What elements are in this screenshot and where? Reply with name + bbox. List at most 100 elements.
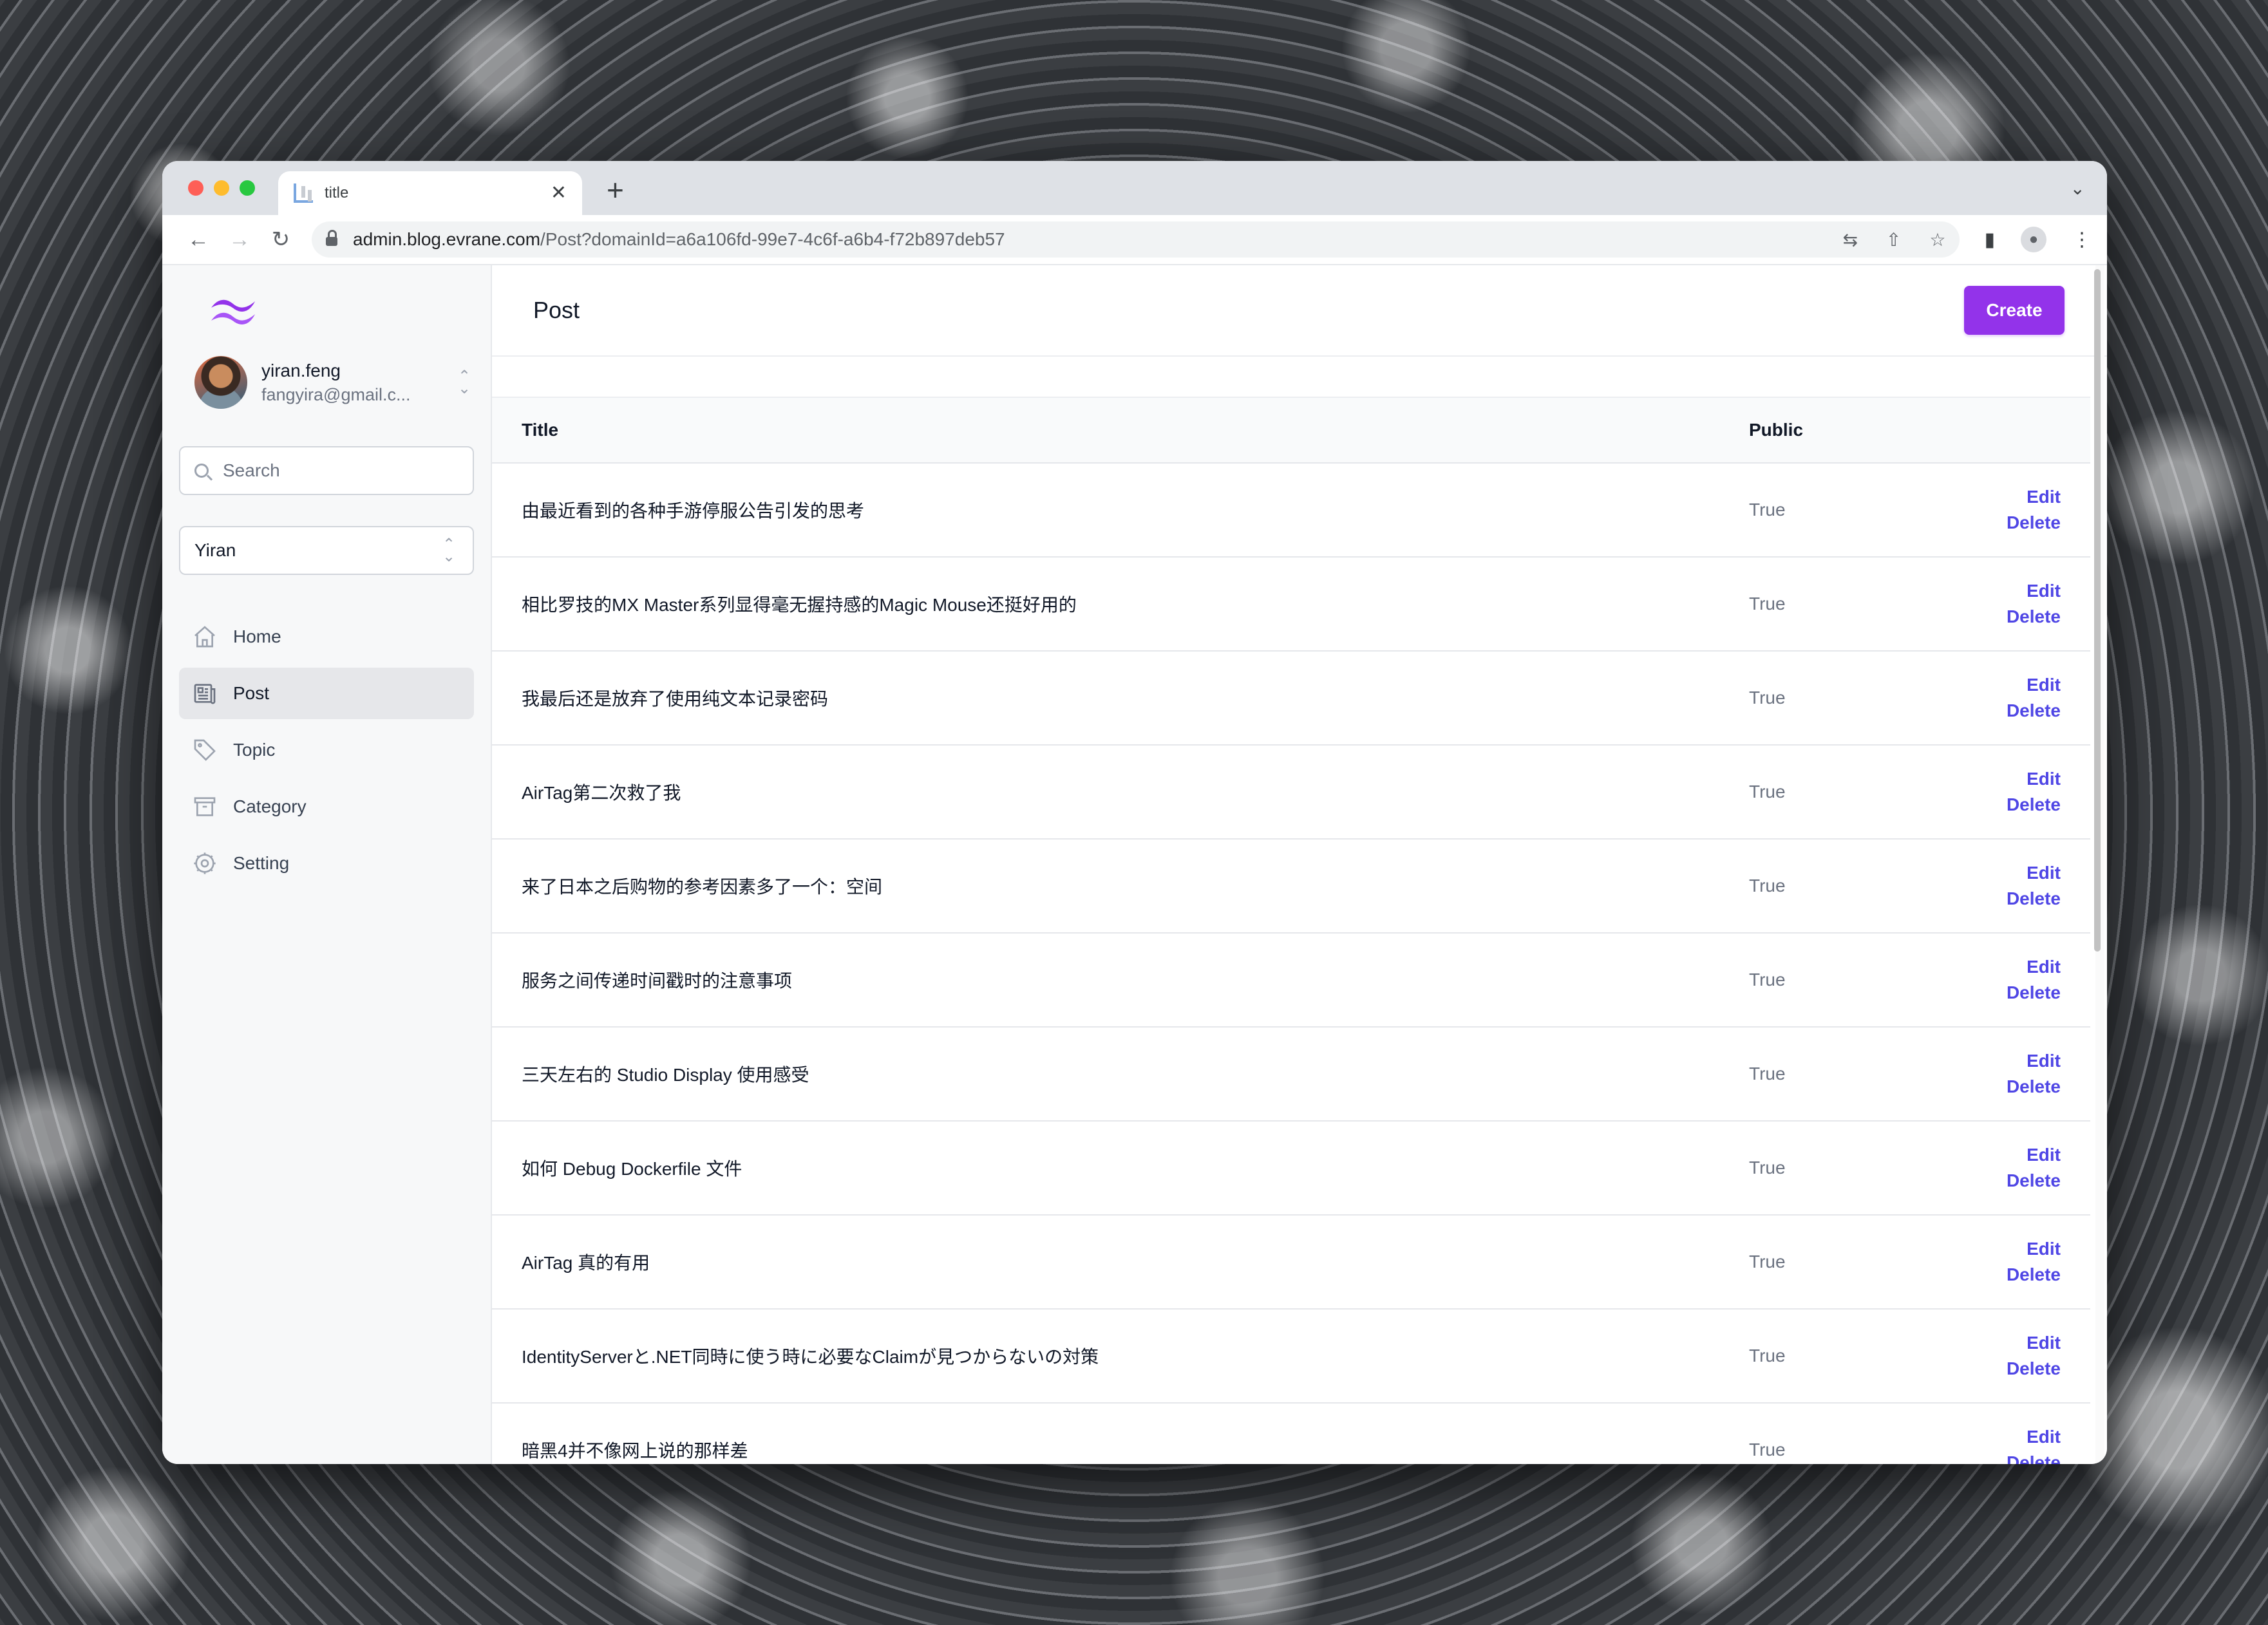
translate-icon[interactable]: ⇆ <box>1842 229 1857 250</box>
post-public-cell: True <box>1749 1252 1786 1272</box>
edit-link[interactable]: Edit <box>2027 1051 2061 1071</box>
row-actions: Edit Delete <box>1929 957 2090 1003</box>
edit-link[interactable]: Edit <box>2027 675 2061 695</box>
post-public-cell: True <box>1749 500 1786 520</box>
post-title-cell: 来了日本之后购物的参考因素多了一个：空间 <box>522 877 883 897</box>
tag-icon <box>191 736 219 764</box>
column-header-public[interactable]: Public <box>1749 420 1929 440</box>
bookmark-star-icon[interactable]: ☆ <box>1929 229 1945 250</box>
favicon-icon <box>294 183 313 203</box>
kebab-menu-icon[interactable]: ⋮ <box>2072 229 2092 251</box>
sidebar-item-post[interactable]: Post <box>179 668 474 719</box>
new-tab-icon[interactable]: + <box>607 173 624 207</box>
page-header: Post Create <box>492 265 2107 357</box>
page-title: Post <box>533 297 580 323</box>
sidebar-item-label: Setting <box>233 853 290 873</box>
table-row: 相比罗技的MX Master系列显得毫无握持感的Magic Mouse还挺好用的… <box>492 558 2090 652</box>
table-header: Title Public <box>492 397 2090 464</box>
column-header-title[interactable]: Title <box>522 420 1749 440</box>
delete-link[interactable]: Delete <box>2007 1076 2061 1097</box>
table-row: 由最近看到的各种手游停服公告引发的思考 True Edit Delete <box>492 464 2090 558</box>
delete-link[interactable]: Delete <box>2007 700 2061 721</box>
gear-icon <box>191 849 219 878</box>
address-bar[interactable]: admin.blog.evrane.com/Post?domainId=a6a1… <box>312 221 1960 258</box>
edit-link[interactable]: Edit <box>2027 1145 2061 1165</box>
user-switcher[interactable]: yiran.feng fangyira@gmail.c... ⌃ ⌄ <box>194 356 474 409</box>
post-public-cell: True <box>1749 594 1786 614</box>
search-input[interactable]: Search <box>179 446 474 495</box>
post-title-cell: AirTag 真的有用 <box>522 1253 650 1273</box>
sidebar-nav: Home Post Topic Category Setting <box>179 611 474 889</box>
back-arrow-icon[interactable]: ← <box>178 227 219 252</box>
edit-link[interactable]: Edit <box>2027 863 2061 883</box>
newspaper-icon <box>191 679 219 708</box>
delete-link[interactable]: Delete <box>2007 794 2061 815</box>
lock-icon[interactable] <box>326 230 337 246</box>
create-button[interactable]: Create <box>1964 286 2065 335</box>
post-public-cell: True <box>1749 1158 1786 1178</box>
delete-link[interactable]: Delete <box>2007 1452 2061 1464</box>
scrollbar[interactable] <box>2094 265 2104 1464</box>
delete-link[interactable]: Delete <box>2007 888 2061 909</box>
edit-link[interactable]: Edit <box>2027 487 2061 507</box>
edit-link[interactable]: Edit <box>2027 1427 2061 1447</box>
edit-link[interactable]: Edit <box>2027 581 2061 601</box>
close-tab-icon[interactable]: ✕ <box>551 183 567 203</box>
post-title-cell: 由最近看到的各种手游停服公告引发的思考 <box>522 501 865 521</box>
table-row: 我最后还是放弃了使用纯文本记录密码 True Edit Delete <box>492 652 2090 746</box>
edit-link[interactable]: Edit <box>2027 1333 2061 1353</box>
side-panel-icon[interactable]: ▮ <box>1984 229 1995 251</box>
row-actions: Edit Delete <box>1929 863 2090 909</box>
table-row: 服务之间传递时间戳时的注意事项 True Edit Delete <box>492 934 2090 1028</box>
post-title-cell: IdentityServerと.NET同時に使う時に必要なClaimが見つからな… <box>522 1347 1099 1367</box>
post-title-cell: 相比罗技的MX Master系列显得毫无握持感的Magic Mouse还挺好用的 <box>522 595 1077 615</box>
sidebar-item-home[interactable]: Home <box>179 611 474 662</box>
row-actions: Edit Delete <box>1929 1333 2090 1379</box>
browser-tab[interactable]: title ✕ <box>278 171 582 215</box>
maximize-window-button[interactable] <box>240 180 255 196</box>
tab-strip: title ✕ + ⌄ <box>162 161 2107 215</box>
close-window-button[interactable] <box>188 180 203 196</box>
scrollbar-thumb[interactable] <box>2094 269 2101 952</box>
row-actions: Edit Delete <box>1929 1427 2090 1464</box>
post-title-cell: AirTag第二次救了我 <box>522 783 681 803</box>
edit-link[interactable]: Edit <box>2027 1239 2061 1259</box>
share-icon[interactable]: ⇧ <box>1886 229 1901 250</box>
post-title-cell: 三天左右的 Studio Display 使用感受 <box>522 1065 809 1085</box>
profile-avatar-icon[interactable]: ● <box>2021 227 2046 252</box>
domain-select[interactable]: Yiran ⌃ ⌄ <box>179 526 474 575</box>
table-row: AirTag第二次救了我 True Edit Delete <box>492 746 2090 840</box>
browser-toolbar: ← → ↻ admin.blog.evrane.com/Post?domainI… <box>162 215 2107 265</box>
edit-link[interactable]: Edit <box>2027 957 2061 977</box>
sidebar-item-label: Post <box>233 683 270 703</box>
address-bar-actions: ⇆ ⇧ ☆ <box>1842 229 1945 250</box>
post-public-cell: True <box>1749 1346 1786 1366</box>
post-public-cell: True <box>1749 1064 1786 1084</box>
row-actions: Edit Delete <box>1929 769 2090 815</box>
sidebar-item-setting[interactable]: Setting <box>179 838 474 889</box>
delete-link[interactable]: Delete <box>2007 512 2061 533</box>
domain-select-value: Yiran <box>194 540 236 560</box>
chevron-updown-icon[interactable]: ⌃ ⌄ <box>455 368 474 396</box>
edit-link[interactable]: Edit <box>2027 769 2061 789</box>
tab-search-chevron-icon[interactable]: ⌄ <box>2070 178 2085 199</box>
post-title-cell: 如何 Debug Dockerfile 文件 <box>522 1159 742 1179</box>
user-name: yiran.feng <box>261 360 341 380</box>
row-actions: Edit Delete <box>1929 1051 2090 1097</box>
reload-icon[interactable]: ↻ <box>260 227 301 252</box>
forward-arrow-icon[interactable]: → <box>219 227 260 252</box>
post-title-cell: 暗黑4并不像网上说的那样差 <box>522 1441 748 1461</box>
tab-title: title <box>325 184 349 202</box>
sidebar-item-topic[interactable]: Topic <box>179 724 474 776</box>
delete-link[interactable]: Delete <box>2007 606 2061 627</box>
chevron-updown-icon: ⌃ ⌄ <box>442 535 456 565</box>
toolbar-actions: ▮ ● ⋮ <box>1984 227 2092 252</box>
sidebar-item-label: Home <box>233 626 281 646</box>
sidebar-item-category[interactable]: Category <box>179 781 474 832</box>
delete-link[interactable]: Delete <box>2007 1358 2061 1379</box>
delete-link[interactable]: Delete <box>2007 982 2061 1003</box>
delete-link[interactable]: Delete <box>2007 1264 2061 1285</box>
minimize-window-button[interactable] <box>214 180 229 196</box>
search-icon <box>194 464 209 478</box>
delete-link[interactable]: Delete <box>2007 1170 2061 1191</box>
